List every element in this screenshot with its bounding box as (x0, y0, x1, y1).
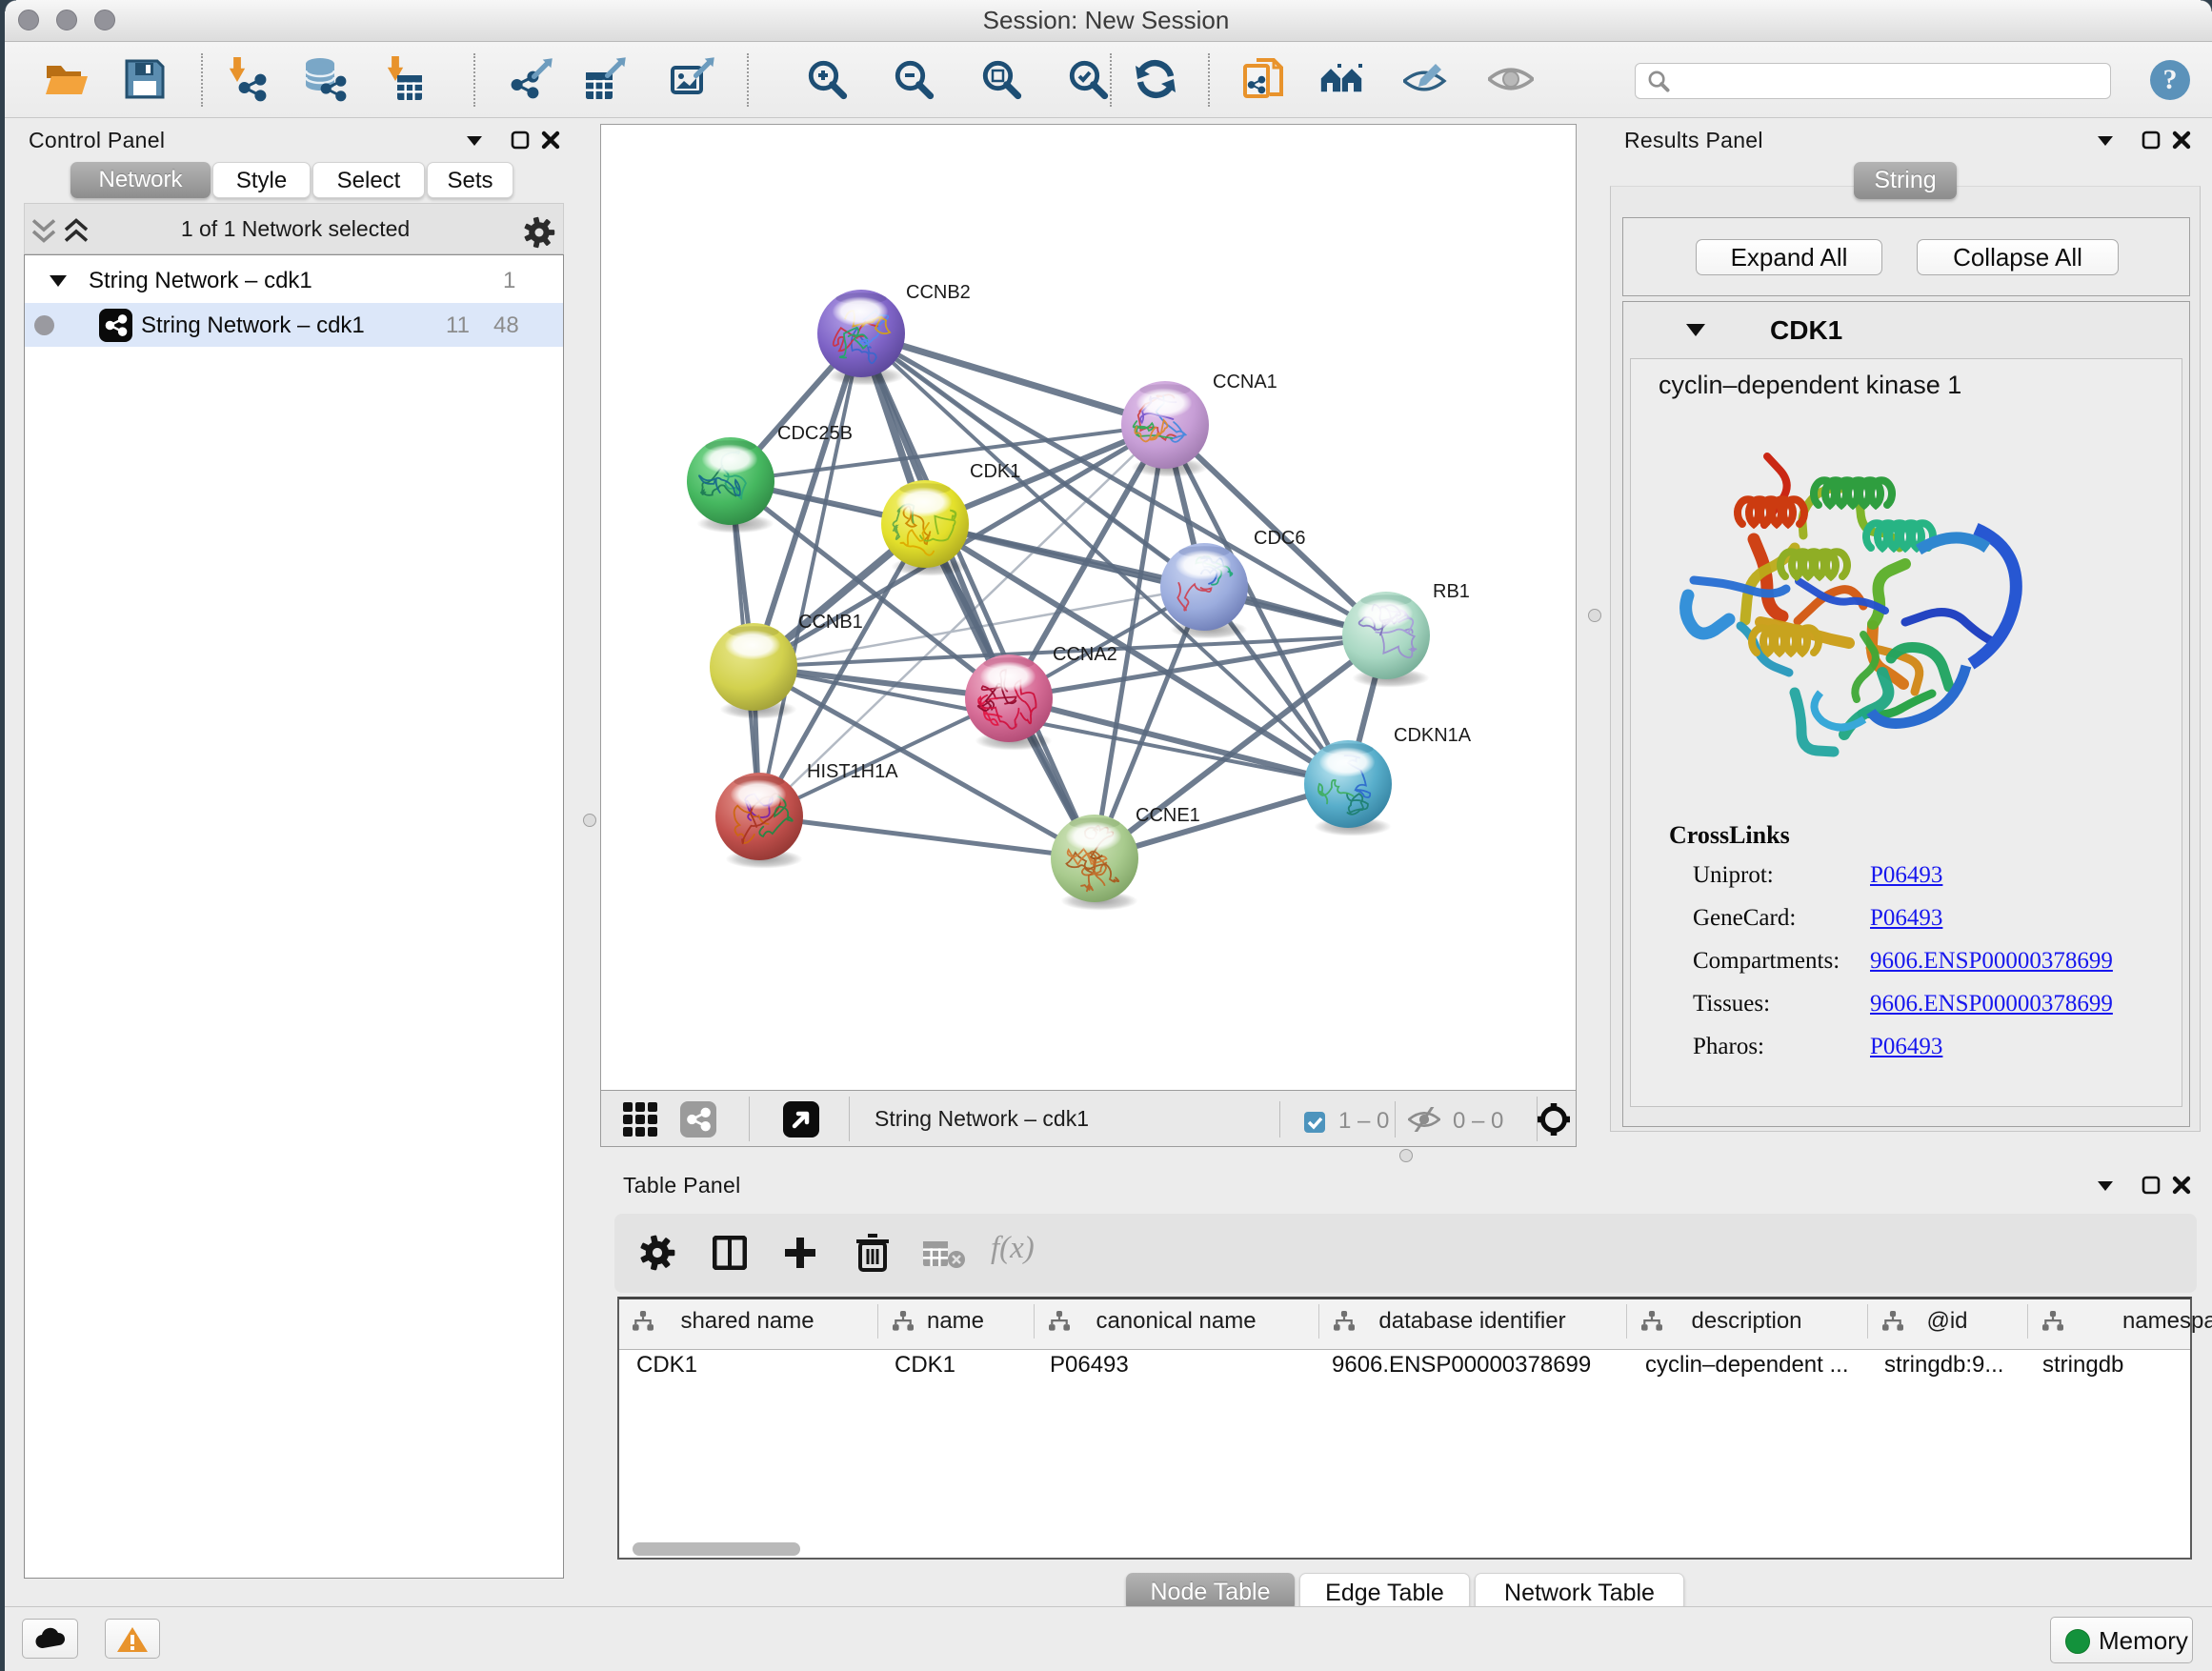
svg-text:?: ? (2163, 64, 2178, 95)
svg-text:CCNA1: CCNA1 (1213, 372, 1277, 393)
svg-text:CCNB2: CCNB2 (906, 282, 971, 303)
svg-text:CCNB1: CCNB1 (798, 612, 863, 633)
svg-text:CDC25B: CDC25B (777, 423, 853, 444)
svg-text:RB1: RB1 (1433, 581, 1470, 602)
svg-text:HIST1H1A: HIST1H1A (807, 761, 898, 782)
svg-text:CDK1: CDK1 (970, 461, 1020, 482)
svg-text:CDKN1A: CDKN1A (1394, 725, 1472, 746)
svg-text:CCNA2: CCNA2 (1053, 644, 1117, 665)
svg-text:CDC6: CDC6 (1254, 528, 1305, 549)
svg-text:CCNE1: CCNE1 (1136, 805, 1200, 826)
